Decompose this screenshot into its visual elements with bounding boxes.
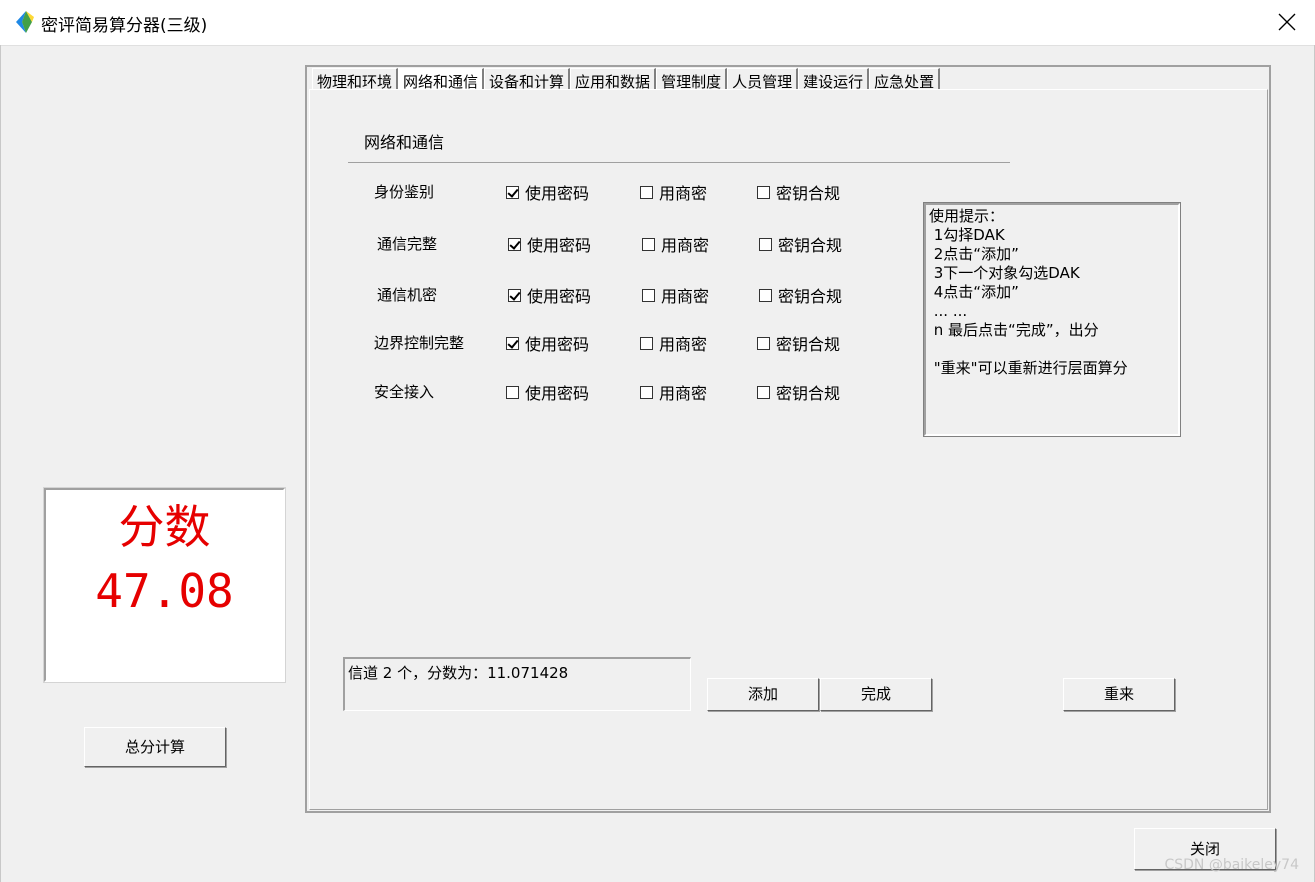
checkbox-label: 密钥合规 — [776, 184, 841, 203]
commercial-crypto-checkbox[interactable]: 用商密 — [640, 383, 708, 403]
checkbox-label: 使用密码 — [527, 287, 592, 306]
key-compliance-checkbox[interactable]: 密钥合规 — [757, 383, 841, 403]
checkbox-label: 使用密码 — [525, 184, 590, 203]
checkbox-empty-icon[interactable] — [757, 336, 770, 350]
hint-line: 4点击“添加” — [929, 283, 1019, 301]
tab-strip: 物理和环境 网络和通信 设备和计算 应用和数据 管理制度 人员管理 建设运行 应… — [312, 68, 941, 89]
checkbox-empty-icon[interactable] — [640, 185, 653, 199]
checkbox-checked-icon[interactable] — [508, 237, 521, 251]
app-logo-icon — [16, 11, 34, 33]
usage-hint-box: 使用提示： 1勾择DAK 2点击“添加” 3下一个对象勾选DAK 4点击“添加”… — [923, 202, 1181, 437]
key-compliance-checkbox[interactable]: 密钥合规 — [759, 286, 843, 306]
tab-operation[interactable]: 建设运行 — [798, 68, 870, 89]
hint-line: 3下一个对象勾选DAK — [929, 264, 1080, 282]
use-crypto-checkbox[interactable]: 使用密码 — [506, 183, 590, 203]
score-value: 47.08 — [95, 564, 234, 618]
window-title: 密评简易算分器(三级) — [41, 16, 208, 36]
checkbox-label: 密钥合规 — [778, 236, 843, 255]
key-compliance-checkbox[interactable]: 密钥合规 — [759, 235, 843, 255]
row-label: 边界控制完整 — [374, 334, 465, 352]
hint-line: ... ... — [929, 302, 968, 320]
checkbox-label: 用商密 — [661, 287, 710, 306]
checkbox-label: 使用密码 — [525, 384, 590, 403]
checkbox-label: 密钥合规 — [776, 335, 841, 354]
checkbox-label: 用商密 — [659, 335, 708, 354]
checkbox-label: 使用密码 — [525, 335, 590, 354]
checkbox-empty-icon[interactable] — [759, 288, 772, 302]
checkbox-checked-icon[interactable] — [506, 185, 519, 199]
tab-application[interactable]: 应用和数据 — [570, 68, 657, 89]
section-divider — [348, 162, 1010, 163]
row-label: 通信完整 — [377, 235, 438, 253]
checkbox-label: 密钥合规 — [776, 384, 841, 403]
tab-physical[interactable]: 物理和环境 — [312, 68, 399, 89]
hint-line: 1勾择DAK — [929, 226, 1005, 244]
tab-network[interactable]: 网络和通信 — [398, 68, 485, 89]
hint-line: n 最后点击“完成”，出分 — [929, 321, 1099, 339]
add-button[interactable]: 添加 — [707, 678, 819, 711]
checkbox-label: 密钥合规 — [778, 287, 843, 306]
checkbox-empty-icon[interactable] — [642, 288, 655, 302]
checkbox-empty-icon[interactable] — [757, 185, 770, 199]
reset-button[interactable]: 重来 — [1063, 678, 1175, 711]
checkbox-empty-icon[interactable] — [642, 237, 655, 251]
checkbox-label: 使用密码 — [527, 236, 592, 255]
total-score-button[interactable]: 总分计算 — [84, 727, 226, 767]
hint-line: 2点击“添加” — [929, 245, 1019, 263]
tab-personnel[interactable]: 人员管理 — [727, 68, 799, 89]
checkbox-empty-icon[interactable] — [757, 385, 770, 399]
row-label: 安全接入 — [374, 383, 435, 401]
use-crypto-checkbox[interactable]: 使用密码 — [508, 235, 592, 255]
checkbox-empty-icon[interactable] — [640, 336, 653, 350]
use-crypto-checkbox[interactable]: 使用密码 — [506, 383, 590, 403]
status-output: 信道 2 个，分数为：11.071428 — [343, 657, 691, 711]
commercial-crypto-checkbox[interactable]: 用商密 — [642, 286, 710, 306]
score-display: 分数 47.08 — [43, 487, 286, 683]
key-compliance-checkbox[interactable]: 密钥合规 — [757, 183, 841, 203]
commercial-crypto-checkbox[interactable]: 用商密 — [640, 183, 708, 203]
key-compliance-checkbox[interactable]: 密钥合规 — [757, 334, 841, 354]
tab-device[interactable]: 设备和计算 — [484, 68, 571, 89]
section-title: 网络和通信 — [364, 133, 445, 152]
tab-emergency[interactable]: 应急处置 — [869, 68, 941, 89]
checkbox-checked-icon[interactable] — [506, 336, 519, 350]
use-crypto-checkbox[interactable]: 使用密码 — [506, 334, 590, 354]
hint-line — [929, 340, 1175, 359]
checkbox-checked-icon[interactable] — [508, 288, 521, 302]
finish-button[interactable]: 完成 — [820, 678, 932, 711]
checkbox-label: 用商密 — [659, 184, 708, 203]
checkbox-label: 用商密 — [659, 384, 708, 403]
checkbox-label: 用商密 — [661, 236, 710, 255]
use-crypto-checkbox[interactable]: 使用密码 — [508, 286, 592, 306]
hint-line: "重来"可以重新进行层面算分 — [929, 359, 1128, 377]
checkbox-empty-icon[interactable] — [759, 237, 772, 251]
checkbox-empty-icon[interactable] — [640, 385, 653, 399]
checkbox-empty-icon[interactable] — [506, 385, 519, 399]
commercial-crypto-checkbox[interactable]: 用商密 — [642, 235, 710, 255]
tab-management[interactable]: 管理制度 — [656, 68, 728, 89]
window-border-left — [0, 45, 1, 882]
commercial-crypto-checkbox[interactable]: 用商密 — [640, 334, 708, 354]
watermark: CSDN @baikeley74 — [1164, 857, 1299, 873]
title-bar: 密评简易算分器(三级) — [0, 0, 1315, 46]
row-label: 身份鉴别 — [374, 183, 435, 201]
close-window-icon[interactable] — [1276, 11, 1298, 33]
score-label: 分数 — [118, 500, 211, 554]
row-label: 通信机密 — [377, 286, 438, 304]
hint-line: 使用提示： — [929, 207, 1005, 225]
